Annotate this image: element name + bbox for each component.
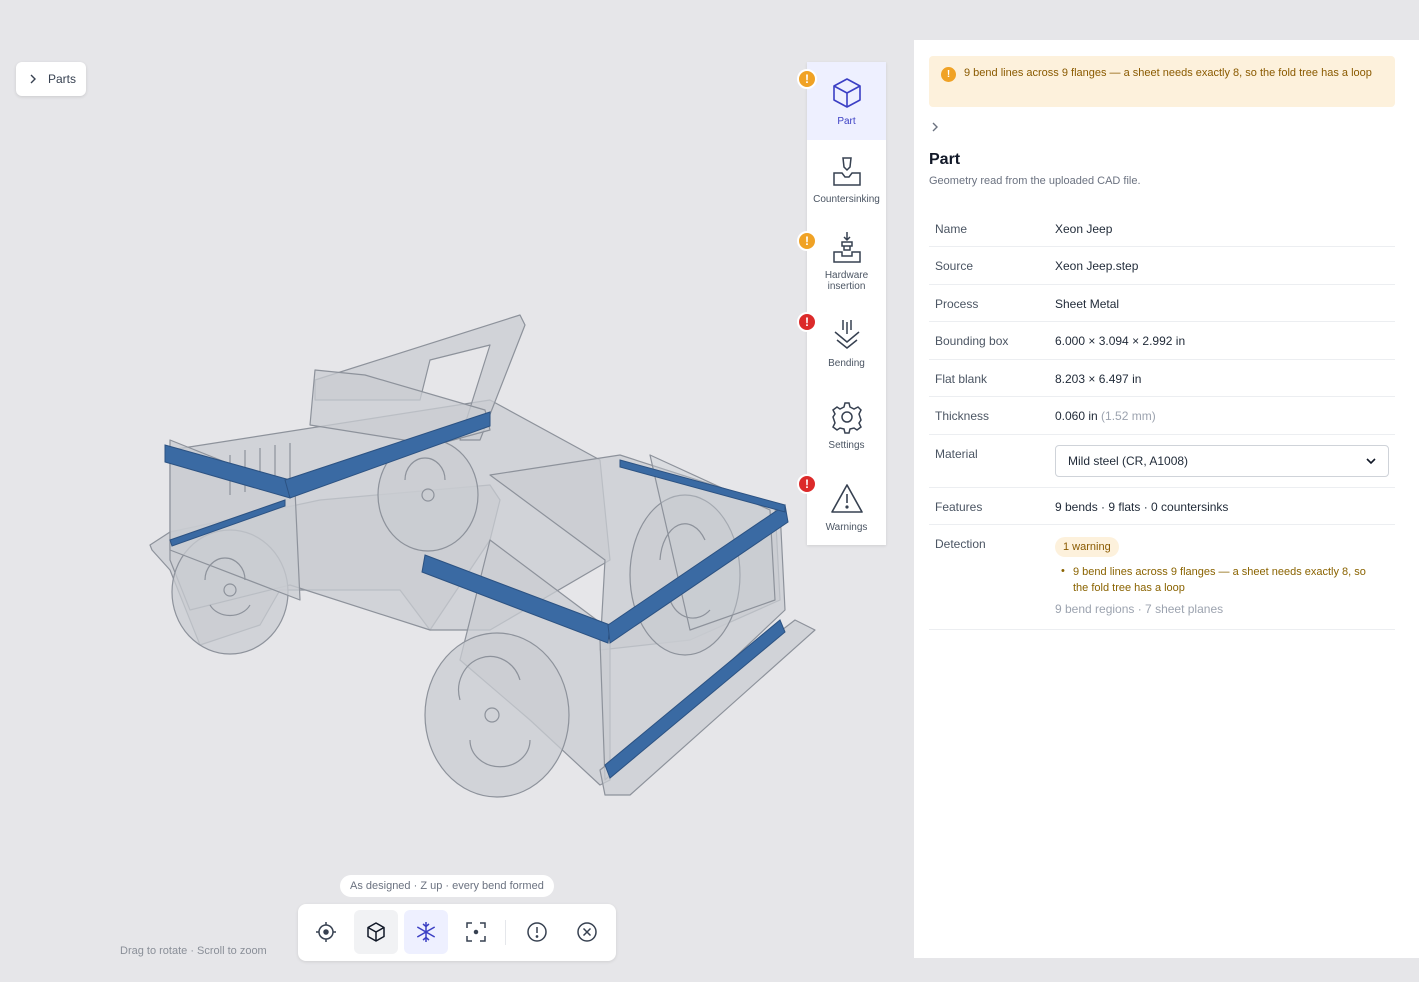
view-caption: As designed · Z up · every bend formed: [340, 875, 554, 897]
rail-label-warnings: Warnings: [825, 522, 868, 533]
countersink-icon: [832, 157, 861, 186]
prop-value: 8.203 × 6.497 in: [1055, 372, 1142, 386]
rail-item-bending[interactable]: Bending: [807, 318, 886, 378]
clear-button[interactable]: [565, 910, 609, 954]
show-warnings-button[interactable]: [515, 910, 559, 954]
center-view-button[interactable]: [304, 910, 348, 954]
material-selected-value: Mild steel (CR, A1008): [1068, 454, 1189, 468]
hardware-insertion-icon: [832, 232, 861, 263]
thickness-mm: (1.52 mm): [1101, 409, 1156, 423]
prop-key: Flat blank: [935, 372, 988, 386]
snowflake-icon: [416, 922, 436, 942]
panel-subtitle: Geometry read from the uploaded CAD file…: [929, 175, 1141, 187]
prop-key: Thickness: [935, 409, 990, 423]
prop-key: Bounding box: [935, 334, 1009, 348]
detection-message-line1: 9 bend lines across 9 flanges — a sheet …: [1073, 566, 1366, 578]
chevron-down-icon: [1366, 458, 1376, 465]
prop-row-material: Material Mild steel (CR, A1008): [929, 435, 1395, 488]
prop-key: Detection: [935, 537, 986, 551]
rail-label-part: Part: [837, 116, 856, 127]
fit-view-button[interactable]: [454, 910, 498, 954]
prop-value: 6.000 × 3.094 × 2.992 in: [1055, 334, 1186, 348]
warning-triangle-icon: [830, 484, 863, 513]
prop-value: Xeon Jeep.step: [1055, 259, 1139, 273]
loop-warning-alert: ! 9 bend lines across 9 flanges — a shee…: [929, 56, 1395, 107]
rail-label-countersinking: Countersinking: [813, 194, 880, 205]
toolbar-divider: [505, 920, 506, 945]
interaction-hint: Drag to rotate · Scroll to zoom: [120, 945, 267, 957]
rail-label-hardware-line2: insertion: [827, 281, 866, 292]
3d-viewport[interactable]: Parts Part Countersinking Hardware inser…: [0, 0, 914, 982]
material-select[interactable]: Mild steel (CR, A1008): [1055, 445, 1389, 477]
prop-key: Source: [935, 259, 974, 273]
gear-icon: [831, 402, 862, 434]
jeep-3d-model[interactable]: [130, 300, 830, 810]
view-toolbar: [298, 904, 616, 961]
alert-text: 9 bend lines across 9 flanges — a sheet …: [964, 67, 1372, 79]
rail-item-countersinking[interactable]: Countersinking: [807, 154, 886, 216]
rail-item-settings[interactable]: Settings: [807, 400, 886, 460]
rail-label-hardware-line1: Hardware: [824, 270, 869, 281]
detection-message-line2: the fold tree has a loop: [1073, 582, 1185, 594]
bending-icon: [834, 320, 859, 349]
prop-key: Name: [935, 222, 968, 236]
prop-row-thickness: Thickness 0.060 in (1.52 mm): [929, 397, 1395, 435]
cube-icon: [367, 922, 385, 942]
prop-row-features: Features 9 bends · 9 flats · 0 countersi…: [929, 488, 1395, 525]
prop-value: 9 bends · 9 flats · 0 countersinks: [1055, 500, 1229, 514]
prop-value: Sheet Metal: [1055, 297, 1120, 311]
prop-key: Process: [935, 297, 979, 311]
detection-meta: 9 bend regions · 7 sheet planes: [1055, 602, 1224, 616]
prop-row-flat-blank: Flat blank 8.203 × 6.497 in: [929, 360, 1395, 397]
prop-key: Material: [935, 447, 978, 461]
rail-label-bending: Bending: [828, 358, 865, 369]
alert-warning-icon: !: [941, 67, 956, 82]
properties-table: Name Xeon Jeep Source Xeon Jeep.step Pro…: [929, 210, 1395, 630]
prop-row-process: Process Sheet Metal: [929, 285, 1395, 322]
warnings-error-badge: !: [797, 474, 817, 494]
rail-label-settings: Settings: [828, 440, 865, 451]
cube-icon: [832, 78, 861, 108]
panel-title: Part: [929, 151, 961, 168]
rail-item-warnings[interactable]: Warnings: [807, 482, 886, 542]
warning-count-badge: 1 warning: [1055, 537, 1119, 557]
parts-toggle-button[interactable]: Parts: [16, 62, 86, 96]
prop-key: Features: [935, 500, 983, 514]
rail-item-part[interactable]: Part: [807, 62, 886, 140]
thickness-in: 0.060 in: [1055, 409, 1098, 423]
prop-value: Xeon Jeep: [1055, 222, 1113, 236]
prop-row-detection: Detection 1 warning • 9 bend lines acros…: [929, 525, 1395, 630]
fit-view-icon: [466, 922, 486, 942]
prop-value: 0.060 in (1.52 mm): [1055, 409, 1156, 423]
chevron-right-icon: [30, 74, 36, 84]
part-warning-badge: !: [797, 69, 817, 89]
prop-row-source: Source Xeon Jeep.step: [929, 247, 1395, 285]
rail-item-hardware-insertion[interactable]: Hardware insertion: [807, 230, 886, 300]
freeze-view-button[interactable]: [404, 910, 448, 954]
close-circle-icon: [577, 922, 597, 942]
warning-circle-icon: [527, 922, 547, 942]
target-icon: [316, 922, 336, 942]
parts-label: Parts: [48, 72, 77, 86]
bending-error-badge: !: [797, 312, 817, 332]
prop-row-bounding-box: Bounding box 6.000 × 3.094 × 2.992 in: [929, 322, 1395, 360]
3d-view-button[interactable]: [354, 910, 398, 954]
details-panel: ! 9 bend lines across 9 flanges — a shee…: [914, 40, 1419, 958]
bullet-dot: •: [1061, 565, 1065, 577]
hardware-warning-badge: !: [797, 231, 817, 251]
prop-row-name: Name Xeon Jeep: [929, 210, 1395, 247]
workflow-rail: Part Countersinking Hardware insertion B…: [807, 62, 886, 545]
chevron-right-icon[interactable]: [930, 122, 940, 132]
